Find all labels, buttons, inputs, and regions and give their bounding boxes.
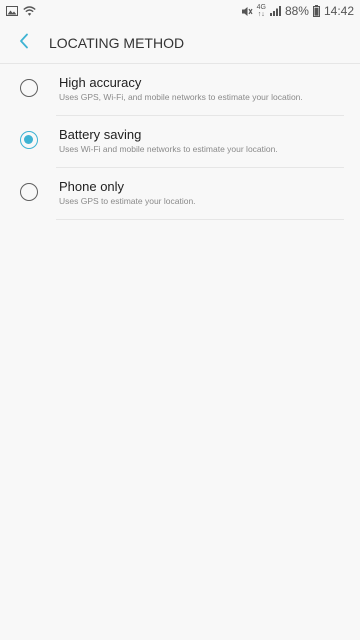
network-activity-arrows: ↑↓ xyxy=(257,11,265,18)
option-description: Uses Wi-Fi and mobile networks to estima… xyxy=(59,144,278,154)
battery-icon xyxy=(312,5,320,17)
status-left xyxy=(0,5,36,17)
option-description: Uses GPS to estimate your location. xyxy=(59,196,196,206)
option-title: High accuracy xyxy=(59,75,142,90)
option-divider xyxy=(56,219,344,220)
back-button[interactable] xyxy=(0,22,48,64)
page-title: LOCATING METHOD xyxy=(49,35,185,51)
option-title: Battery saving xyxy=(59,127,142,142)
radio-button-unselected[interactable] xyxy=(20,79,38,97)
option-high-accuracy[interactable]: High accuracy Uses GPS, Wi-Fi, and mobil… xyxy=(0,64,360,116)
option-phone-only[interactable]: Phone only Uses GPS to estimate your loc… xyxy=(0,168,360,220)
wifi-icon xyxy=(23,5,36,17)
network-type: 4G ↑↓ xyxy=(257,4,266,18)
gallery-icon xyxy=(6,6,18,16)
clock: 14:42 xyxy=(323,4,354,18)
screen: 4G ↑↓ 88% 14:42 LOCATING METHOD High acc… xyxy=(0,0,360,640)
option-title: Phone only xyxy=(59,179,125,194)
option-description: Uses GPS, Wi-Fi, and mobile networks to … xyxy=(59,92,303,102)
chevron-left-icon xyxy=(19,33,29,54)
status-right: 4G ↑↓ 88% 14:42 xyxy=(241,4,360,18)
mute-icon xyxy=(241,6,253,17)
locating-method-options: High accuracy Uses GPS, Wi-Fi, and mobil… xyxy=(0,64,360,220)
network-type-label: 4G xyxy=(256,4,266,11)
signal-icon xyxy=(269,6,281,16)
status-bar: 4G ↑↓ 88% 14:42 xyxy=(0,0,360,22)
battery-level: 88% xyxy=(284,4,309,18)
option-battery-saving[interactable]: Battery saving Uses Wi-Fi and mobile net… xyxy=(0,116,360,168)
app-bar: LOCATING METHOD xyxy=(0,22,360,64)
radio-button-unselected[interactable] xyxy=(20,183,38,201)
radio-button-selected[interactable] xyxy=(20,131,38,149)
